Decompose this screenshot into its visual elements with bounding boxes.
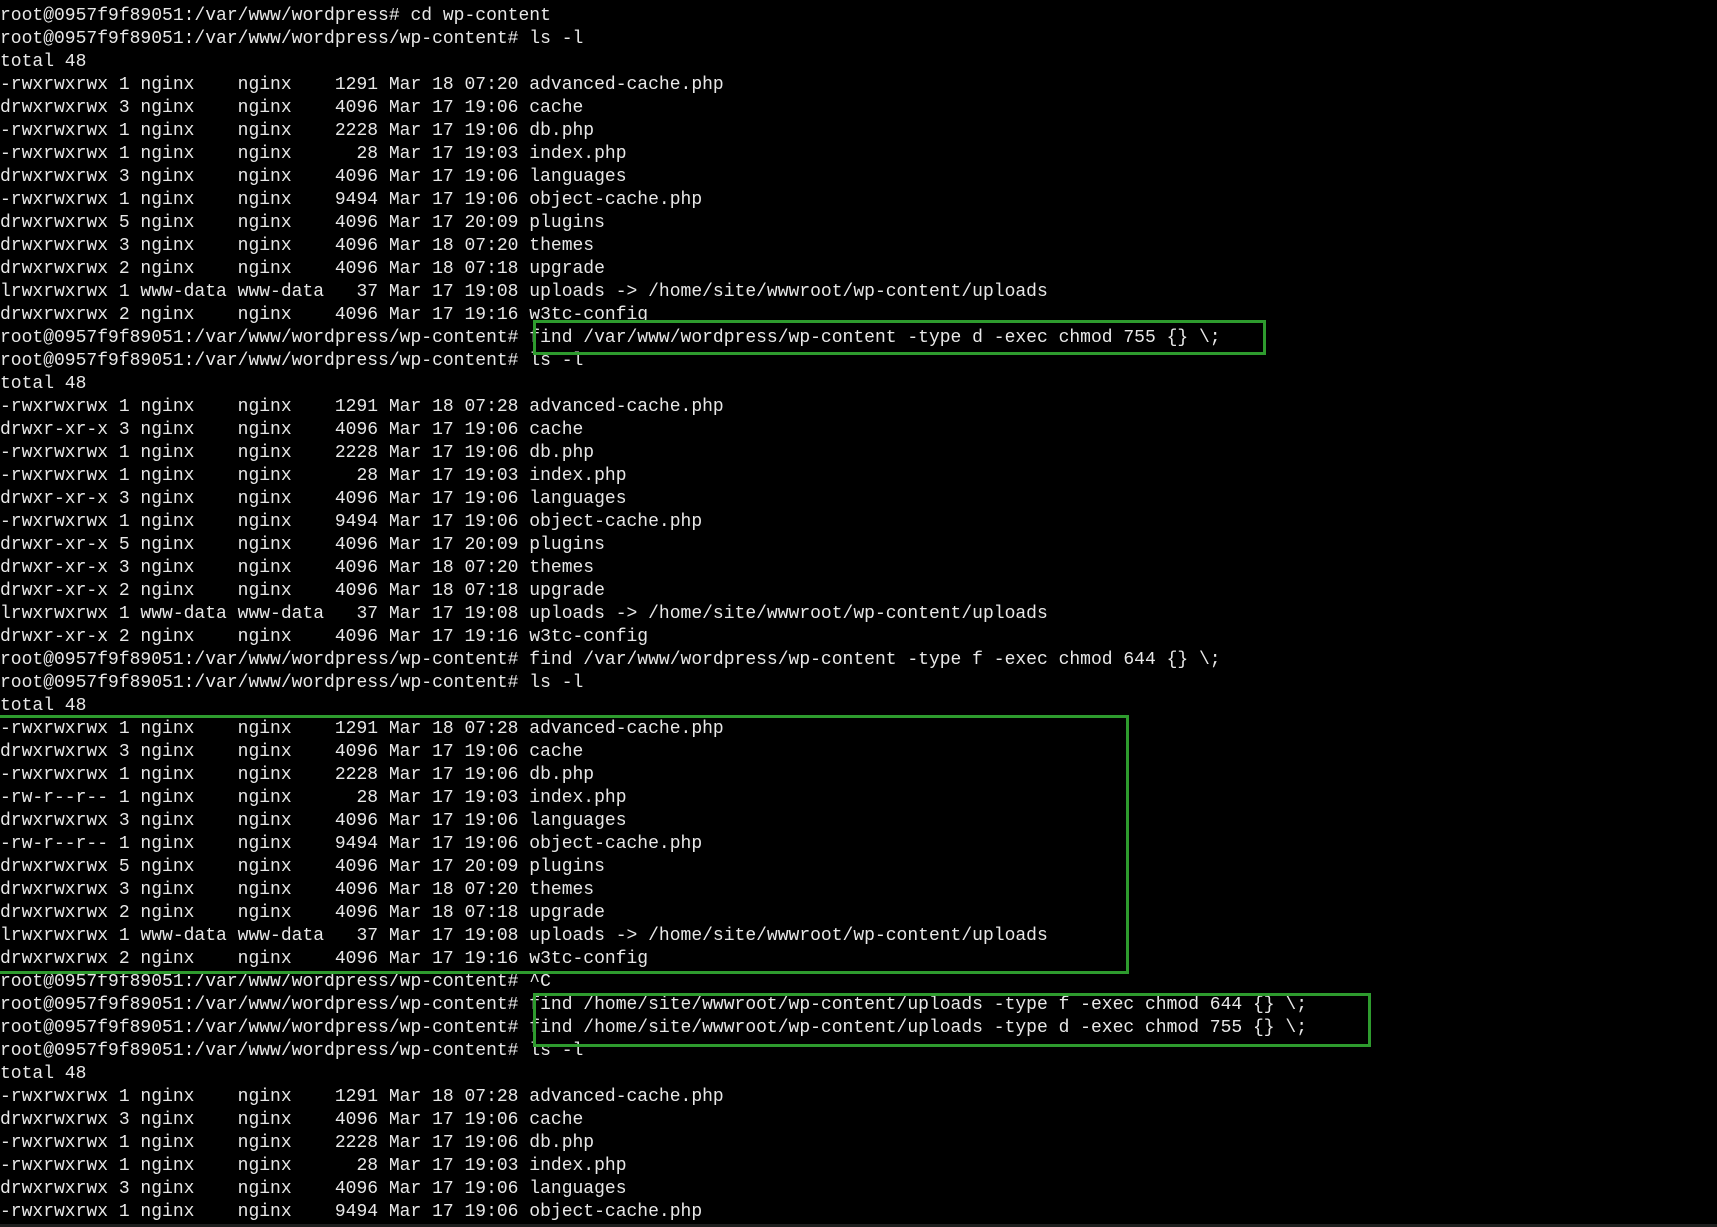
terminal-line: root@0957f9f89051:/var/www/wordpress/wp-…	[0, 972, 551, 992]
terminal-line: drwxrwxrwx 3 nginx nginx 4096 Mar 17 19:…	[0, 98, 584, 118]
terminal-line: -rwxrwxrwx 1 nginx nginx 2228 Mar 17 19:…	[0, 765, 595, 785]
terminal-line: -rwxrwxrwx 1 nginx nginx 9494 Mar 17 19:…	[0, 190, 703, 210]
terminal-line: -rwxrwxrwx 1 nginx nginx 28 Mar 17 19:03…	[0, 144, 627, 164]
terminal-line: drwxrwxrwx 3 nginx nginx 4096 Mar 17 19:…	[0, 1179, 627, 1199]
terminal-line: -rwxrwxrwx 1 nginx nginx 28 Mar 17 19:03…	[0, 1156, 627, 1176]
terminal-line: root@0957f9f89051:/var/www/wordpress/wp-…	[0, 328, 1221, 348]
terminal-output: root@0957f9f89051:/var/www/wordpress# cd…	[0, 5, 1307, 1224]
terminal-line: total 48	[0, 1064, 87, 1084]
terminal-line: drwxrwxrwx 2 nginx nginx 4096 Mar 17 19:…	[0, 949, 649, 969]
terminal-line: drwxrwxrwx 3 nginx nginx 4096 Mar 17 19:…	[0, 1110, 584, 1130]
terminal-line: -rw-r--r-- 1 nginx nginx 9494 Mar 17 19:…	[0, 834, 703, 854]
terminal-line: -rw-r--r-- 1 nginx nginx 28 Mar 17 19:03…	[0, 788, 627, 808]
terminal-line: drwxrwxrwx 5 nginx nginx 4096 Mar 17 20:…	[0, 857, 605, 877]
terminal-line: drwxr-xr-x 3 nginx nginx 4096 Mar 17 19:…	[0, 489, 627, 509]
terminal-line: lrwxrwxrwx 1 www-data www-data 37 Mar 17…	[0, 282, 1048, 302]
terminal-line: drwxrwxrwx 3 nginx nginx 4096 Mar 17 19:…	[0, 742, 584, 762]
terminal-line: -rwxrwxrwx 1 nginx nginx 2228 Mar 17 19:…	[0, 1133, 595, 1153]
terminal-line: root@0957f9f89051:/var/www/wordpress/wp-…	[0, 995, 1308, 1015]
terminal-line: drwxrwxrwx 3 nginx nginx 4096 Mar 18 07:…	[0, 236, 595, 256]
terminal-line: root@0957f9f89051:/var/www/wordpress/wp-…	[0, 29, 584, 49]
terminal-line: total 48	[0, 374, 87, 394]
terminal-line: root@0957f9f89051:/var/www/wordpress/wp-…	[0, 1041, 584, 1061]
terminal-line: drwxr-xr-x 3 nginx nginx 4096 Mar 17 19:…	[0, 420, 584, 440]
terminal-line: root@0957f9f89051:/var/www/wordpress/wp-…	[0, 650, 1221, 670]
terminal-line: -rwxrwxrwx 1 nginx nginx 9494 Mar 17 19:…	[0, 512, 703, 532]
terminal-window[interactable]: root@0957f9f89051:/var/www/wordpress# cd…	[0, 0, 1717, 1227]
terminal-line: drwxrwxrwx 3 nginx nginx 4096 Mar 17 19:…	[0, 811, 627, 831]
terminal-line: drwxrwxrwx 2 nginx nginx 4096 Mar 18 07:…	[0, 259, 605, 279]
terminal-line: -rwxrwxrwx 1 nginx nginx 2228 Mar 17 19:…	[0, 121, 595, 141]
terminal-line: drwxrwxrwx 3 nginx nginx 4096 Mar 18 07:…	[0, 880, 595, 900]
terminal-line: -rwxrwxrwx 1 nginx nginx 28 Mar 17 19:03…	[0, 466, 627, 486]
terminal-line: drwxr-xr-x 3 nginx nginx 4096 Mar 18 07:…	[0, 558, 595, 578]
terminal-line: root@0957f9f89051:/var/www/wordpress/wp-…	[0, 673, 584, 693]
terminal-line: drwxrwxrwx 2 nginx nginx 4096 Mar 18 07:…	[0, 903, 605, 923]
terminal-line: -rwxrwxrwx 1 nginx nginx 1291 Mar 18 07:…	[0, 1087, 724, 1107]
terminal-line: root@0957f9f89051:/var/www/wordpress# cd…	[0, 6, 551, 26]
terminal-line: -rwxrwxrwx 1 nginx nginx 1291 Mar 18 07:…	[0, 75, 724, 95]
terminal-line: drwxrwxrwx 3 nginx nginx 4096 Mar 17 19:…	[0, 167, 627, 187]
terminal-line: lrwxrwxrwx 1 www-data www-data 37 Mar 17…	[0, 926, 1048, 946]
terminal-line: drwxr-xr-x 5 nginx nginx 4096 Mar 17 20:…	[0, 535, 605, 555]
terminal-line: total 48	[0, 52, 87, 72]
terminal-line: root@0957f9f89051:/var/www/wordpress/wp-…	[0, 1018, 1308, 1038]
terminal-line: drwxrwxrwx 2 nginx nginx 4096 Mar 17 19:…	[0, 305, 649, 325]
terminal-line: drwxr-xr-x 2 nginx nginx 4096 Mar 18 07:…	[0, 581, 605, 601]
terminal-line: total 48	[0, 696, 87, 716]
terminal-line: -rwxrwxrwx 1 nginx nginx 9494 Mar 17 19:…	[0, 1202, 703, 1222]
terminal-line: drwxrwxrwx 5 nginx nginx 4096 Mar 17 20:…	[0, 213, 605, 233]
terminal-line: root@0957f9f89051:/var/www/wordpress/wp-…	[0, 351, 584, 371]
terminal-line: -rwxrwxrwx 1 nginx nginx 1291 Mar 18 07:…	[0, 719, 724, 739]
terminal-line: -rwxrwxrwx 1 nginx nginx 2228 Mar 17 19:…	[0, 443, 595, 463]
terminal-line: -rwxrwxrwx 1 nginx nginx 1291 Mar 18 07:…	[0, 397, 724, 417]
terminal-line: drwxr-xr-x 2 nginx nginx 4096 Mar 17 19:…	[0, 627, 649, 647]
terminal-line: lrwxrwxrwx 1 www-data www-data 37 Mar 17…	[0, 604, 1048, 624]
